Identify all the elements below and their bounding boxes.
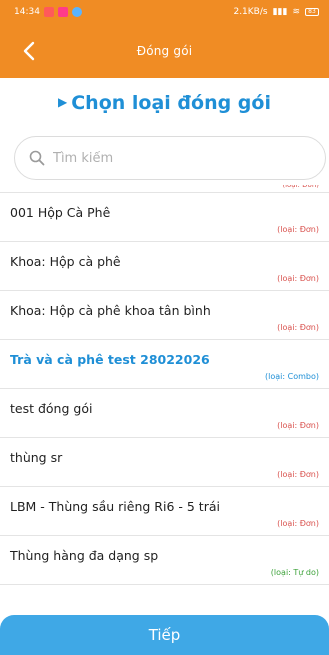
list-item-type: (loại: Đơn) [277,519,319,528]
list-item-type: (loại: Đơn) [277,470,319,479]
search-input[interactable] [53,150,303,166]
network-speed: 2.1KB/s [233,7,268,17]
status-time: 14:34 [14,7,40,17]
list-item[interactable]: LBM - Thùng sầu riêng Ri6 - 5 trái (loại… [0,487,329,536]
triangle-right-icon: ▶ [58,95,68,109]
list-item-type: (loại: Đơn) [277,323,319,332]
list-item-type: (loại: Đơn) [277,225,319,234]
list-item[interactable]: test đóng gói (loại: Đơn) [0,389,329,438]
list-item[interactable]: Trà và cà phê test 28022026 (loại: Combo… [0,340,329,389]
status-right: 2.1KB/s ▮▮▮ ≋ 83 [233,7,319,17]
chevron-left-icon [23,41,35,61]
search-icon [29,150,45,166]
next-button[interactable]: Tiếp [0,615,329,655]
page-title: Chọn loại đóng gói [71,92,271,114]
app-notification-icon [57,7,68,17]
list-item[interactable]: Thùng hàng đa dạng sp (loại: Tự do) [0,536,329,585]
list-item-name: Thùng hàng đa dạng sp [10,548,159,563]
list-item-type: (loại: Combo) [265,372,319,381]
list-item[interactable]: 001 Hộp Cà Phê (loại: Đơn) [0,193,329,242]
battery-icon: 83 [305,8,319,16]
status-bar: 14:34 2.1KB/s ▮▮▮ ≋ 83 [0,0,329,24]
notification-icon [43,7,54,17]
signal-icon: ▮▮▮ [272,7,288,17]
status-left: 14:34 [14,7,82,17]
list-item[interactable]: Khoa: Hộp cà phê khoa tân bình (loại: Đơ… [0,291,329,340]
app-bar: Đóng gói [0,24,329,78]
list-item-name: test đóng gói [10,401,93,416]
list-item-name: 001 Hộp Cà Phê [10,205,111,220]
back-button[interactable] [14,34,44,68]
list-item-type: (loại: Đơn) [277,421,319,430]
page-heading: ▶ Chọn loại đóng gói [0,92,329,114]
phone-screen: 14:34 2.1KB/s ▮▮▮ ≋ 83 Đóng gói ▶ Chọn lo… [0,0,329,655]
list-item-name: Trà và cà phê test 28022026 [10,352,210,367]
list-item[interactable]: Khoa: Hộp cà phê (loại: Đơn) [0,242,329,291]
list-item-type: (loại: Tự do) [270,568,319,577]
search-box[interactable] [14,136,326,180]
app-bar-title: Đóng gói [136,44,193,58]
list-item-type: (loại: Đơn) [282,185,319,189]
list-item-name: LBM - Thùng sầu riêng Ri6 - 5 trái [10,499,220,514]
list-item[interactable]: thùng sr (loại: Đơn) [0,438,329,487]
messenger-icon [71,7,82,17]
packaging-list: (loại: Đơn) 001 Hộp Cà Phê (loại: Đơn) K… [0,185,329,615]
list-item-type: (loại: Đơn) [277,274,319,283]
wifi-icon: ≋ [292,7,300,17]
list-item-partial[interactable]: (loại: Đơn) [0,185,329,193]
list-item-name: Khoa: Hộp cà phê [10,254,121,269]
list-item-name: Khoa: Hộp cà phê khoa tân bình [10,303,211,318]
list-item-name: thùng sr [10,450,63,465]
